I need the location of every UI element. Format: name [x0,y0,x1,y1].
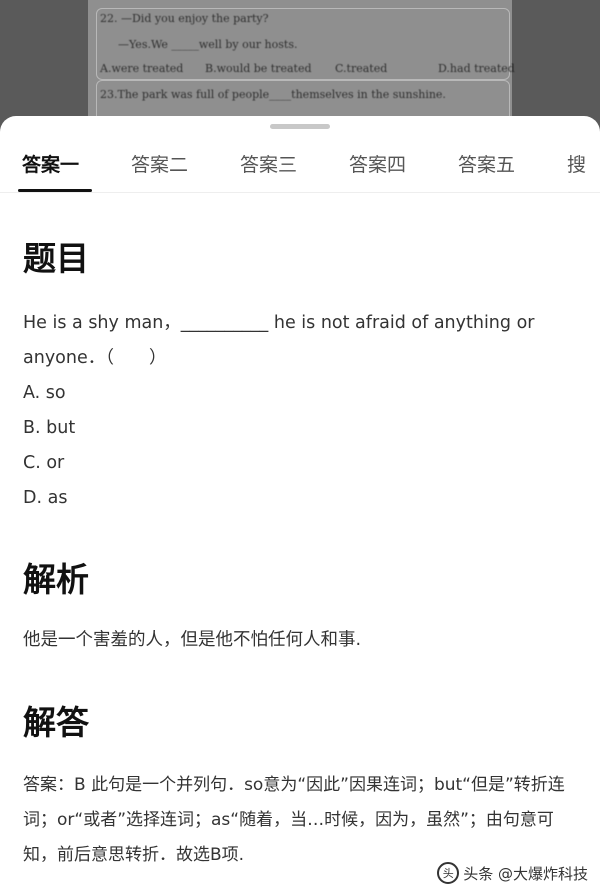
tab-answer-5[interactable]: 答案五 [458,150,515,177]
toutiao-logo-icon: 头 [437,862,460,884]
tab-search[interactable]: 搜 [567,150,586,177]
analysis-heading: 解析 [23,560,89,599]
worksheet-option: D.had treated [438,62,515,75]
active-tab-indicator [18,189,92,192]
answer-tabs: 答案一 答案二 答案三 答案四 答案五 搜 [0,144,600,193]
question-stem-line: anyone．（ ） [23,348,167,368]
tab-answer-4[interactable]: 答案四 [349,150,406,177]
watermark: 头 头条 @大爆炸科技 [437,862,588,884]
option-b: B. but [23,418,76,438]
worksheet-line: 23.The park was full of people____themse… [100,88,446,101]
analysis-text: 他是一个害羞的人，但是他不怕任何人和事. [23,630,362,650]
worksheet-option: B.would be treated [205,62,312,75]
tab-answer-2[interactable]: 答案二 [131,150,188,177]
question-body: He is a shy man，__________ he is not afr… [23,306,579,516]
question-stem-line: He is a shy man，__________ he is not afr… [23,313,535,333]
answer-sheet: 答案一 答案二 答案三 答案四 答案五 搜 题目 He is a shy man… [0,116,600,894]
option-a: A. so [23,383,66,403]
drag-handle[interactable] [270,124,330,129]
worksheet-line: 22. —Did you enjoy the party? [100,12,269,25]
option-c: C. or [23,453,65,473]
question-heading: 题目 [23,239,89,278]
tab-answer-3[interactable]: 答案三 [240,150,297,177]
worksheet-option: A.were treated [100,62,184,75]
tab-answer-1[interactable]: 答案一 [22,150,79,177]
solution-text: 答案：B 此句是一个并列句．so意为“因此”因果连词；but“但是”转折连词；o… [23,775,565,865]
solution-heading: 解答 [23,703,89,742]
watermark-text: 头条 @大爆炸科技 [463,864,588,883]
worksheet-option: C.treated [335,62,388,75]
option-d: D. as [23,488,68,508]
worksheet-line: —Yes.We _____well by our hosts. [118,38,298,51]
